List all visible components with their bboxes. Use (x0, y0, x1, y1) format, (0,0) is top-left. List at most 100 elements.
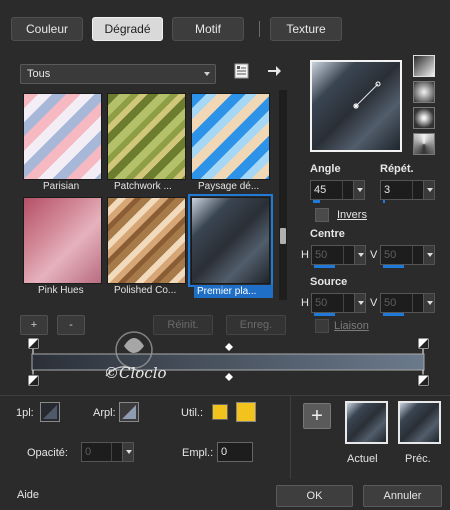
category-dropdown[interactable]: Tous (20, 64, 216, 84)
gradient-thumb-premier-plan[interactable] (188, 194, 273, 287)
spinner-arrows-icon[interactable] (412, 181, 422, 199)
gradient-thumb-paysage[interactable] (191, 93, 270, 180)
repeat-level-bar (383, 200, 386, 203)
spinner-arrows-icon[interactable] (111, 443, 121, 461)
center-label: Centre (310, 228, 345, 240)
save-button[interactable]: Enreg. (226, 315, 286, 335)
gradient-editor[interactable] (26, 337, 436, 389)
color-stop-marker-right[interactable] (417, 374, 430, 387)
tab-texture[interactable]: Texture (270, 17, 342, 41)
gradient-direction-handle[interactable] (312, 62, 400, 150)
chevron-down-icon[interactable] (423, 181, 434, 199)
tab-motif[interactable]: Motif (172, 17, 244, 41)
spinner-arrows-icon[interactable] (342, 181, 352, 199)
use-color-swatch-large[interactable] (236, 402, 256, 422)
help-link[interactable]: Aide (17, 489, 39, 501)
tab-separator (259, 21, 260, 37)
center-h-label: H (301, 249, 309, 261)
source-label: Source (310, 276, 348, 288)
gradient-list-scrollbar[interactable] (279, 90, 287, 300)
source-h-level-bar (314, 313, 336, 316)
opacity-field[interactable]: 0 (81, 442, 134, 462)
center-v-label: V (370, 249, 378, 261)
repeat-field[interactable]: 3 (380, 180, 435, 203)
chevron-down-icon[interactable] (353, 181, 364, 199)
scrollbar-grip[interactable] (280, 228, 286, 244)
gradient-thumb-label: Pink Hues (38, 285, 84, 296)
current-label: Actuel (347, 453, 378, 465)
source-h-field[interactable]: 50 (311, 293, 366, 316)
opacity-stop-marker-left[interactable] (27, 337, 40, 350)
gradient-thumb-pink-hues[interactable] (23, 197, 102, 284)
center-h-field[interactable]: 50 (311, 245, 366, 268)
linear-style-button[interactable] (413, 55, 435, 77)
opacity-value: 0 (85, 446, 92, 458)
link-label: Liaison (334, 320, 369, 332)
rectangular-style-button[interactable] (413, 81, 435, 103)
watermark-logo: ©Cloclo (100, 320, 190, 392)
background-stop-label: Arpl: (93, 407, 116, 419)
opacity-stop-marker-right[interactable] (417, 337, 430, 350)
angle-field[interactable]: 45 (310, 180, 365, 203)
location-field[interactable]: 0 (217, 442, 253, 462)
gradient-bar[interactable] (31, 353, 425, 371)
section-divider (0, 395, 450, 396)
gradient-thumb-label: Patchwork ... (114, 181, 172, 192)
spinner-arrows-icon[interactable] (412, 246, 422, 264)
add-to-swatches-button[interactable]: + (303, 403, 331, 429)
center-v-level-bar (383, 265, 405, 268)
invert-checkbox[interactable] (315, 208, 329, 222)
location-label: Empl.: (182, 447, 214, 459)
remove-gradient-button[interactable]: - (57, 315, 85, 335)
watermark-text: ©Cloclo (104, 364, 167, 382)
chevron-down-icon (204, 72, 210, 76)
source-v-level-bar (383, 313, 405, 316)
source-v-label: V (370, 297, 378, 309)
chevron-down-icon[interactable] (354, 294, 365, 312)
angle-level-bar (313, 200, 320, 203)
tab-degrade[interactable]: Dégradé (92, 17, 163, 41)
chevron-down-icon[interactable] (354, 246, 365, 264)
gradient-thumb-patchwork[interactable] (107, 93, 186, 180)
category-dropdown-value: Tous (27, 68, 51, 80)
add-gradient-button[interactable]: + (20, 315, 48, 335)
gradient-thumb-label: Polished Co... (114, 285, 177, 296)
source-v-field[interactable]: 50 (380, 293, 435, 316)
chevron-down-icon[interactable] (423, 246, 434, 264)
color-midpoint-marker[interactable] (225, 373, 233, 381)
center-v-field[interactable]: 50 (380, 245, 435, 268)
chevron-down-icon[interactable] (423, 294, 434, 312)
invert-label: Invers (337, 209, 367, 221)
use-color-swatch[interactable] (212, 404, 228, 420)
cancel-button[interactable]: Annuler (363, 485, 442, 507)
spinner-arrows-icon[interactable] (412, 294, 422, 312)
source-h-value: 50 (315, 297, 328, 309)
opacity-midpoint-marker[interactable] (225, 343, 233, 351)
angle-label: Angle (310, 163, 341, 175)
opacity-stop-label: 1pl: (16, 407, 34, 419)
center-h-level-bar (314, 265, 336, 268)
center-v-value: 50 (384, 249, 397, 261)
tab-couleur[interactable]: Couleur (11, 17, 83, 41)
color-stop-marker-left[interactable] (27, 374, 40, 387)
spinner-arrows-icon[interactable] (343, 294, 353, 312)
spinner-arrows-icon[interactable] (343, 246, 353, 264)
current-gradient-swatch[interactable] (345, 401, 388, 444)
previous-gradient-swatch[interactable] (398, 401, 441, 444)
list-options-icon[interactable] (234, 63, 250, 79)
repeat-value: 3 (384, 184, 391, 196)
use-label: Util.: (181, 407, 203, 419)
location-value: 0 (221, 446, 228, 458)
gradient-thumb-parisian[interactable] (23, 93, 102, 180)
repeat-label: Répét. (380, 163, 414, 175)
gradient-thumb-polished-copper[interactable] (107, 197, 186, 284)
chevron-down-icon[interactable] (122, 443, 133, 461)
ok-button[interactable]: OK (276, 485, 353, 507)
gradient-thumb-label-selected: Premier pla... (194, 285, 273, 298)
radial-style-button[interactable] (413, 107, 435, 129)
background-stop-swatch[interactable] (119, 402, 139, 422)
opacity-stop-swatch[interactable] (40, 402, 60, 422)
arrow-right-icon[interactable] (266, 63, 282, 79)
link-checkbox[interactable] (315, 319, 329, 333)
sunburst-style-button[interactable] (413, 133, 435, 155)
